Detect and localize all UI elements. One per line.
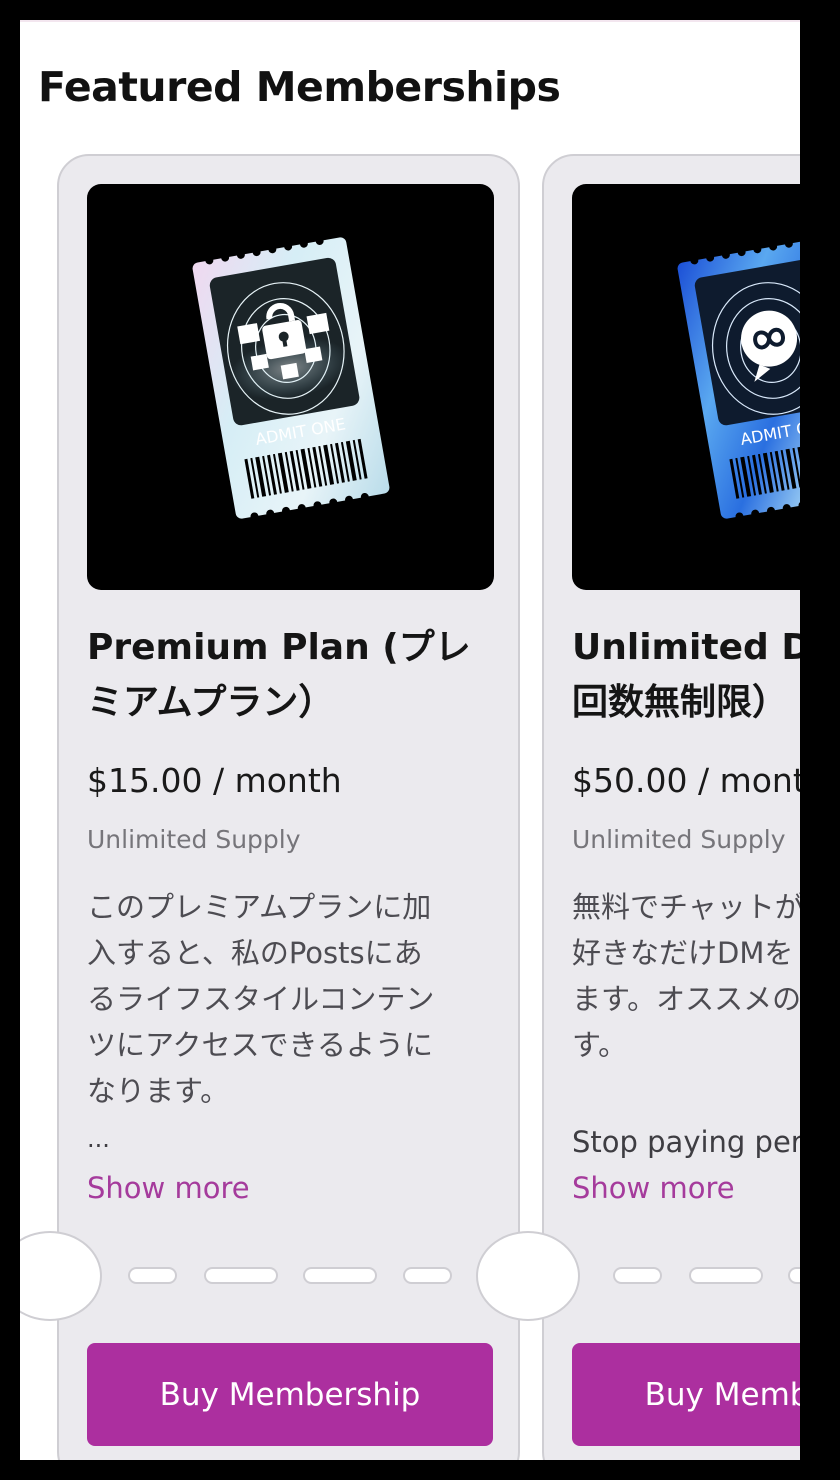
membership-title: Premium Plan (プレ ミアムプラン） [87,620,497,730]
section-title: Featured Memberships [38,63,561,111]
membership-title-line: ミアムプラン） [87,682,335,723]
screen-bezel [800,0,840,1480]
top-divider [20,20,820,22]
buy-membership-button[interactable]: Buy Membership [572,1343,820,1446]
membership-card: ADMIT ONE Premium Plan (プレ ミアムプラン） $15.00… [57,154,520,1460]
show-more-link[interactable]: Show more [572,1168,735,1208]
perforation-dash [613,1267,662,1284]
buy-membership-button[interactable]: Buy Membership [87,1343,493,1446]
membership-extra-text: Stop paying per [572,1125,803,1159]
show-more-link[interactable]: Show more [87,1168,250,1208]
perforation-dash [303,1267,377,1284]
perforation-dash [403,1267,452,1284]
membership-title: Unlimited DM 回数無制限） [572,620,820,730]
perforation-dash [204,1267,278,1284]
membership-card: ADMIT ONE Unlimited DM 回数無制限） $50.00 / mo… [542,154,820,1460]
membership-description: このプレミアムプランに加 入すると、私のPostsにあ るライフスタイルコンテン… [87,890,435,1108]
membership-supply: Unlimited Supply [572,825,786,854]
membership-title-line: Unlimited DM [572,627,820,668]
membership-price: $50.00 / month [572,761,820,800]
perforation-dash [128,1267,177,1284]
ticket-notch [476,1231,580,1321]
membership-image: ADMIT ONE [572,184,820,590]
membership-supply: Unlimited Supply [87,825,301,854]
ticket-infinity-chat-icon: ADMIT ONE [677,236,820,521]
membership-description: 無料でチャットが 好きなだけDMを ます。オススメの す。 [572,890,804,1062]
perforation-dash [689,1267,763,1284]
membership-title-line: Premium Plan (プレ [87,627,471,668]
membership-price: $15.00 / month [87,761,342,800]
memberships-viewport: Featured Memberships ADMIT ONE Premium P… [20,20,820,1460]
membership-image: ADMIT ONE [87,184,494,590]
ticket-unlock-icon: ADMIT ONE [192,236,390,521]
membership-title-line: 回数無制限） [572,682,789,723]
description-ellipsis: ... [87,1125,110,1153]
